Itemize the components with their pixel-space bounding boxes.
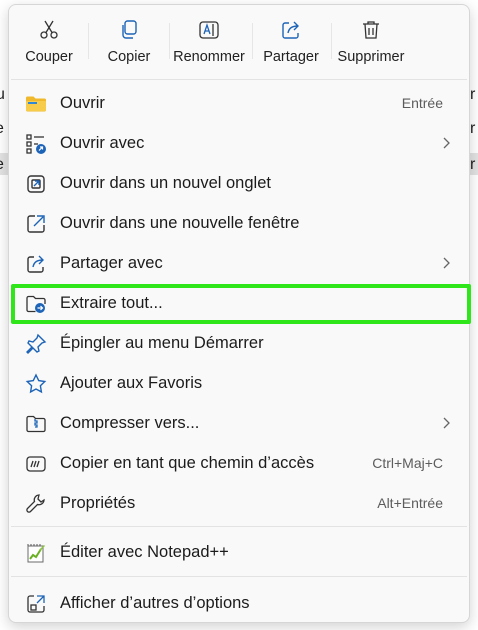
trash-icon — [363, 21, 379, 39]
background-text-fragment: r — [470, 156, 476, 173]
copy-icon — [122, 20, 137, 39]
cut-button[interactable]: Couper — [19, 11, 79, 75]
background-text-fragment: e — [0, 156, 4, 174]
scissors-icon — [40, 20, 58, 39]
copy-label: Copier — [107, 49, 151, 65]
cut-label: Couper — [25, 49, 73, 65]
menu-item-label: Propriétés — [60, 493, 136, 512]
menu-item-open-new-tab[interactable]: Ouvrir dans un nouvel onglet — [13, 165, 465, 201]
context-menu-toolbar: Couper Copier Renommer Partager Supprime… — [9, 5, 469, 79]
folder-icon — [26, 96, 46, 112]
menu-item-open-new-window[interactable]: Ouvrir dans une nouvelle fenêtre — [13, 205, 465, 241]
copy-path-icon — [26, 456, 46, 472]
toolbar-separator — [88, 23, 89, 59]
menu-item-edit-notepad[interactable]: Éditer avec Notepad++ — [13, 534, 465, 570]
chevron-right-icon — [443, 417, 450, 429]
background-text-fragment: u — [0, 86, 5, 103]
share-label: Partager — [263, 49, 319, 65]
background-text-fragment: e — [0, 120, 4, 138]
menu-item-copy-as-path[interactable]: Copier en tant que chemin d’accès Ctrl+M… — [13, 445, 465, 481]
menu-item-open[interactable]: Ouvrir Entrée — [13, 85, 465, 121]
share-icon — [27, 255, 44, 273]
menu-item-label: Ouvrir dans un nouvel onglet — [60, 173, 271, 192]
menu-item-label: Ouvrir dans une nouvelle fenêtre — [60, 213, 300, 232]
menu-item-label: Ajouter aux Favoris — [60, 373, 203, 392]
menu-item-add-favorites[interactable]: Ajouter aux Favoris — [13, 365, 465, 401]
menu-item-show-more-options[interactable]: Afficher d’autres d’options — [13, 585, 465, 621]
delete-label: Supprimer — [337, 49, 405, 65]
menu-item-label: Copier en tant que chemin d’accès — [60, 453, 315, 472]
rename-button[interactable]: Renommer — [172, 11, 246, 75]
share-icon — [282, 21, 299, 39]
menu-item-extract-all[interactable]: Extraire tout... — [13, 285, 465, 321]
new-tab-icon — [27, 175, 45, 193]
background-text-fragment: r — [470, 120, 476, 137]
menu-item-label: Extraire tout... — [60, 293, 163, 312]
more-options-icon — [27, 595, 45, 613]
zip-icon — [26, 415, 46, 433]
menu-item-open-with[interactable]: Ouvrir avec — [13, 125, 465, 161]
toolbar-separator — [252, 23, 253, 59]
chevron-right-icon — [443, 257, 450, 269]
menu-item-label: Partager avec — [60, 253, 163, 272]
menu-item-label: Compresser vers... — [60, 413, 200, 432]
toolbar-separator — [169, 23, 170, 59]
menu-item-label: Ouvrir — [60, 93, 105, 112]
open-with-icon — [26, 134, 46, 154]
new-window-icon — [27, 215, 45, 233]
menu-item-label: Éditer avec Notepad++ — [60, 542, 229, 561]
pin-icon — [26, 333, 47, 354]
notepad-icon — [27, 544, 45, 563]
extract-folder-icon — [26, 295, 46, 313]
context-menu: Couper Copier Renommer Partager Supprime… — [8, 4, 471, 623]
rename-label: Renommer — [173, 49, 245, 65]
separator — [11, 79, 467, 80]
toolbar-separator — [331, 23, 332, 59]
wrench-icon — [26, 494, 45, 513]
menu-item-label: Afficher d’autres d’options — [60, 593, 250, 612]
copy-button[interactable]: Copier — [99, 11, 159, 75]
menu-item-properties[interactable]: Propriétés Alt+Entrée — [13, 485, 465, 521]
star-icon — [25, 373, 47, 394]
share-button[interactable]: Partager — [259, 11, 323, 75]
delete-button[interactable]: Supprimer — [334, 11, 408, 75]
menu-item-shortcut: Ctrl+Maj+C — [372, 455, 443, 471]
menu-item-shortcut: Entrée — [401, 95, 443, 111]
rename-icon — [199, 21, 219, 39]
separator — [11, 526, 467, 527]
menu-item-label: Épingler au menu Démarrer — [60, 333, 264, 352]
menu-item-compress-to[interactable]: Compresser vers... — [13, 405, 465, 441]
menu-item-shortcut: Alt+Entrée — [377, 495, 443, 511]
separator — [11, 576, 467, 577]
background-text-fragment: r — [470, 86, 476, 103]
menu-item-pin-start[interactable]: Épingler au menu Démarrer — [13, 325, 465, 361]
menu-item-share-with[interactable]: Partager avec — [13, 245, 465, 281]
chevron-right-icon — [443, 137, 450, 149]
menu-item-label: Ouvrir avec — [60, 133, 145, 152]
